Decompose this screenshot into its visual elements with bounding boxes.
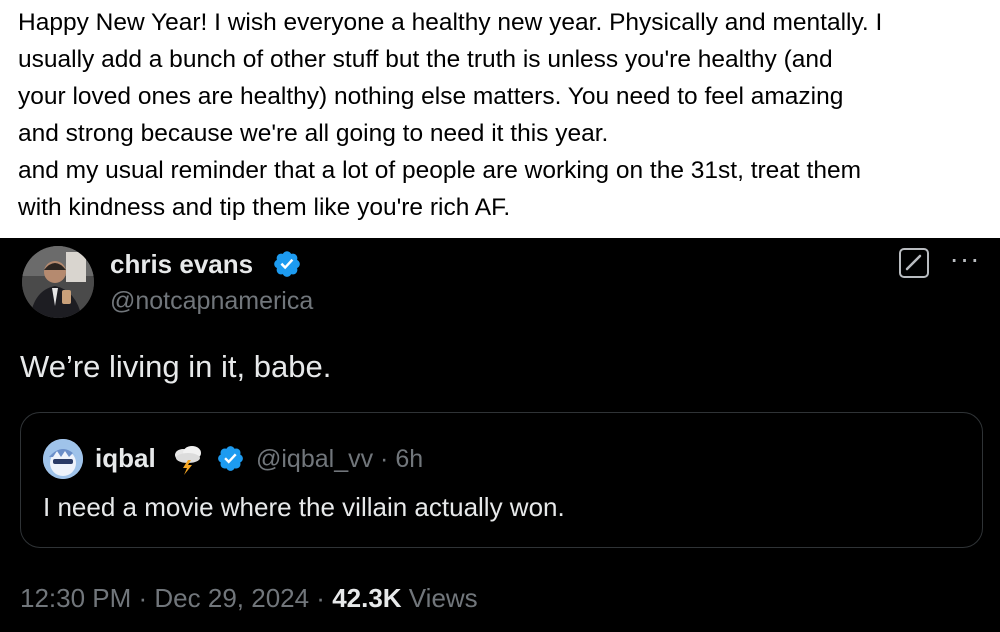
quoted-tweet[interactable]: iqbal @iqbal_vv · 6h I need a movie wher…: [20, 412, 983, 548]
grok-icon[interactable]: [899, 248, 929, 278]
quote-handle-time[interactable]: @iqbal_vv · 6h: [256, 444, 423, 474]
more-options-button[interactable]: ···: [945, 245, 985, 278]
author-name[interactable]: chris evans: [110, 248, 253, 280]
quote-text: I need a movie where the villain actuall…: [43, 492, 565, 522]
verified-badge-icon: [274, 251, 300, 277]
separator-dot: ·: [309, 583, 333, 613]
cloud-with-lightning-icon: [175, 446, 201, 475]
tweet-text: We’re living in it, babe.: [20, 349, 332, 384]
tweet-card: chris evans @notcapnamerica ··· We’re li…: [0, 238, 1000, 632]
quote-avatar[interactable]: [43, 439, 83, 479]
caption-block: Happy New Year! I wish everyone a health…: [0, 0, 1000, 238]
tweet-date[interactable]: Dec 29, 2024: [154, 583, 309, 613]
avatar[interactable]: [22, 246, 94, 318]
views-count[interactable]: 42.3K: [332, 583, 401, 613]
separator-dot: ·: [131, 583, 155, 613]
quote-author-name[interactable]: iqbal: [95, 443, 156, 473]
caption-text: Happy New Year! I wish everyone a health…: [18, 9, 883, 221]
author-handle[interactable]: @notcapnamerica: [110, 286, 313, 316]
tweet-footer: 12:30 PM · Dec 29, 2024 · 42.3K Views: [20, 582, 478, 614]
views-label: Views: [401, 583, 478, 613]
verified-badge-icon: [218, 446, 243, 471]
tweet-time[interactable]: 12:30 PM: [20, 583, 131, 613]
